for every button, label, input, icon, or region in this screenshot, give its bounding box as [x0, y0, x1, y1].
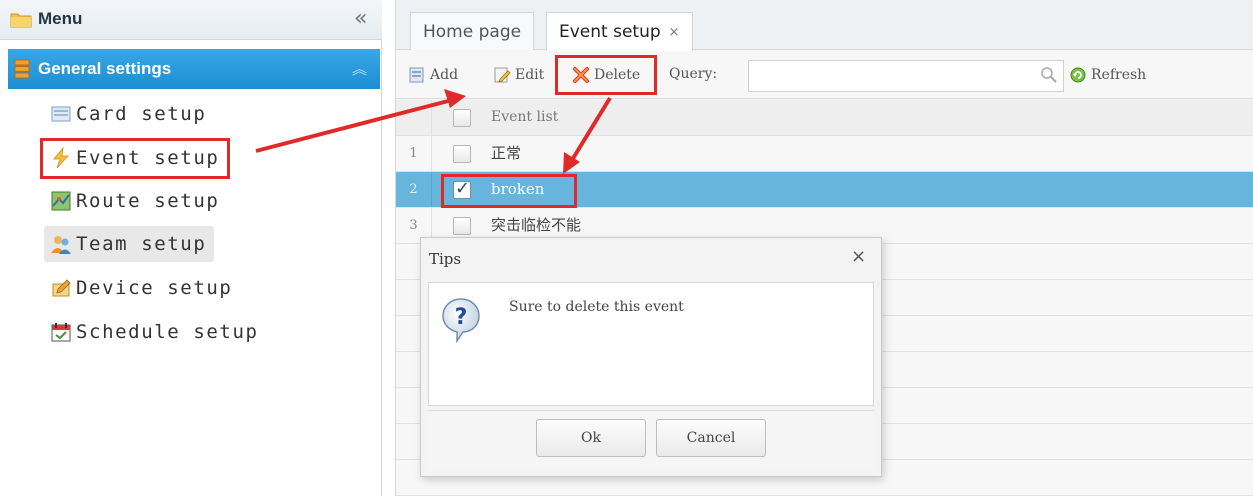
delete-icon [573, 67, 589, 83]
device-icon [52, 279, 71, 297]
dialog-footer: Ok Cancel [428, 410, 874, 471]
menu-title: Menu [38, 9, 83, 28]
ok-button[interactable]: Ok [536, 419, 646, 457]
confirm-dialog: Tips × ? Sure to delete this event Ok Ca… [420, 237, 882, 477]
sidebar-item-event-setup[interactable]: Event setup [44, 140, 227, 176]
calendar-icon [51, 323, 71, 342]
dialog-message: Sure to delete this event [509, 299, 684, 315]
group-title: General settings [38, 59, 172, 78]
row-checkbox-checked[interactable] [453, 178, 471, 199]
tab-bar: Home page Event setup × [396, 0, 1253, 51]
lightning-icon [53, 147, 69, 169]
sidebar-item-schedule-setup[interactable]: Schedule setup [44, 314, 267, 350]
event-name: broken [491, 180, 545, 198]
grid-header-row: Event list [396, 100, 1253, 136]
edit-button[interactable]: Edit [493, 64, 544, 86]
tab-label: Event setup [559, 22, 661, 42]
edit-label: Edit [515, 67, 545, 83]
sidebar-item-label: Route setup [76, 190, 220, 212]
dialog-title: Tips [429, 250, 462, 268]
query-input[interactable] [748, 60, 1064, 92]
select-all-checkbox[interactable] [453, 109, 471, 127]
add-button[interactable]: Add [408, 64, 458, 86]
query-label: Query: [669, 66, 718, 82]
dialog-body: ? Sure to delete this event [428, 282, 874, 406]
row-checkbox[interactable] [453, 145, 471, 163]
team-icon [51, 236, 71, 254]
row-number: 1 [396, 136, 432, 171]
tab-label: Home page [423, 21, 522, 42]
row-checkbox[interactable] [453, 217, 471, 235]
row-number: 2 [396, 172, 432, 207]
toolbar: Add Edit Delete Query: Refresh [396, 51, 1253, 99]
sidebar-item-label: Device setup [76, 277, 233, 299]
event-name: 正常 [491, 144, 522, 162]
stack-icon [14, 59, 30, 79]
column-header-event-list: Event list [491, 109, 559, 125]
card-icon [51, 106, 71, 122]
tab-event-setup[interactable]: Event setup × [546, 12, 693, 51]
sidebar-item-card-setup[interactable]: Card setup [44, 96, 214, 132]
search-icon[interactable] [1040, 66, 1058, 84]
svg-text:?: ? [455, 305, 468, 330]
delete-button[interactable]: Delete [572, 64, 640, 86]
group-general-settings[interactable]: General settings ︽ [8, 49, 380, 89]
tab-home-page[interactable]: Home page [410, 12, 535, 50]
refresh-button[interactable]: Refresh [1069, 64, 1146, 86]
collapse-group-icon[interactable]: ︽ [352, 58, 367, 79]
sidebar-item-label: Schedule setup [76, 321, 259, 343]
row-number-header [396, 100, 432, 135]
add-icon [409, 67, 424, 83]
sidebar: Menu « General settings ︽ Card setup Eve… [0, 0, 382, 496]
sidebar-item-label: Team setup [76, 233, 207, 255]
cancel-button[interactable]: Cancel [656, 419, 766, 457]
sidebar-item-route-setup[interactable]: Route setup [44, 183, 227, 219]
folder-icon [10, 13, 32, 28]
edit-icon [494, 67, 511, 83]
delete-label: Delete [594, 67, 641, 83]
menu-header: Menu « [0, 0, 382, 40]
sidebar-item-label: Event setup [76, 147, 220, 169]
map-icon [51, 191, 71, 211]
table-row[interactable]: 1 正常 [396, 136, 1253, 172]
refresh-label: Refresh [1091, 67, 1147, 83]
refresh-icon [1070, 67, 1086, 83]
sidebar-item-team-setup[interactable]: Team setup [44, 226, 215, 262]
tab-close-icon[interactable]: × [669, 25, 680, 40]
table-row-selected[interactable]: 2 broken [396, 172, 1253, 208]
dialog-close-icon[interactable]: × [851, 246, 866, 267]
question-icon: ? [442, 298, 480, 343]
sidebar-item-device-setup[interactable]: Device setup [44, 270, 240, 306]
add-label: Add [430, 67, 459, 83]
collapse-sidebar-button[interactable]: « [354, 6, 367, 31]
sidebar-item-label: Card setup [76, 103, 207, 125]
